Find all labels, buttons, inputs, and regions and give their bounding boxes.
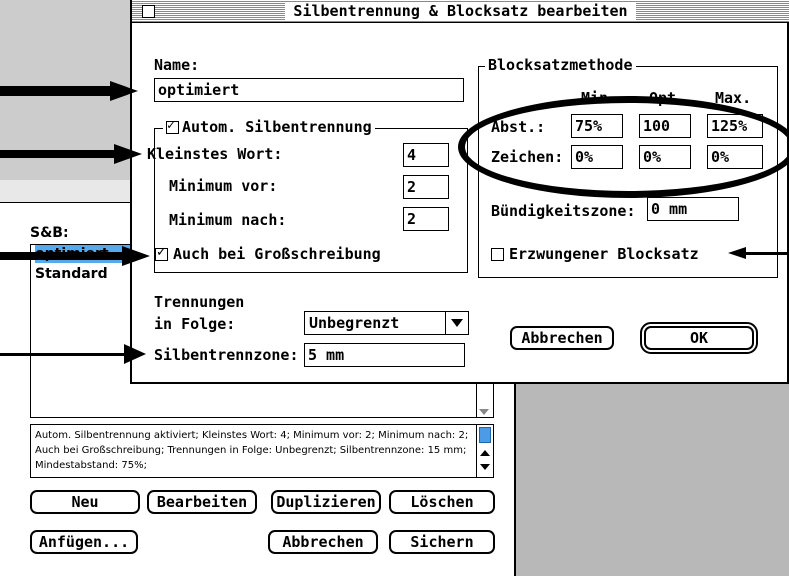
scroll-thumb[interactable] <box>479 427 491 443</box>
close-icon[interactable] <box>142 5 155 18</box>
annotation-arrow-forced-shaft <box>745 252 789 255</box>
consecutive-label-line2: in Folge: <box>154 315 236 333</box>
hyphenation-group: Autom. Silbentrennung Kleinstes Wort: Mi… <box>147 118 468 273</box>
annotation-arrow-forced-icon <box>728 247 746 259</box>
char-opt-field[interactable] <box>639 145 691 169</box>
annotation-arrow-capitals-shaft <box>0 252 124 260</box>
dialog-titlebar[interactable]: Silbentrennung & Blocksatz bearbeiten <box>132 0 789 23</box>
smallest-word-field[interactable] <box>403 143 449 167</box>
consecutive-hyphens-value: Unbegrenzt <box>309 314 400 332</box>
col-max-label: Max. <box>715 89 752 107</box>
cancel-button[interactable]: Abbrechen <box>268 530 378 554</box>
name-label: Name: <box>154 56 200 74</box>
col-min-label: Min. <box>581 89 618 107</box>
auto-hyphenation-checkbox[interactable] <box>166 118 179 134</box>
name-field[interactable] <box>154 78 464 102</box>
description-scrollbar[interactable] <box>476 425 493 477</box>
ok-button[interactable]: OK <box>640 322 758 354</box>
char-min-field[interactable] <box>571 145 623 169</box>
dialog-title: Silbentrennung & Blocksatz bearbeiten <box>285 2 636 20</box>
flush-zone-label: Bündigkeitszone: <box>491 202 636 220</box>
flush-zone-field[interactable] <box>647 197 739 221</box>
space-min-field[interactable] <box>571 114 623 138</box>
hj-description-box: Autom. Silbentrennung aktiviert; Kleinst… <box>30 424 494 478</box>
smallest-word-label: Kleinstes Wort: <box>147 145 283 163</box>
new-button[interactable]: Neu <box>30 490 140 514</box>
dialog-cancel-button[interactable]: Abbrechen <box>510 326 614 350</box>
hj-description-text: Autom. Silbentrennung aktiviert; Kleinst… <box>35 430 469 471</box>
min-before-field[interactable] <box>403 175 449 199</box>
scroll-down-icon[interactable] <box>479 409 489 415</box>
save-button[interactable]: Sichern <box>389 530 495 554</box>
annotation-arrow-capitals-icon <box>122 246 150 266</box>
annotation-arrow-zone-icon <box>124 344 146 364</box>
capitals-checkbox[interactable] <box>155 245 168 261</box>
justification-title: Blocksatzmethode <box>485 56 636 74</box>
append-button[interactable]: Anfügen... <box>30 530 138 554</box>
min-after-field[interactable] <box>403 207 449 231</box>
edit-button[interactable]: Bearbeiten <box>147 490 257 514</box>
capitals-label: Auch bei Großschreibung <box>173 245 381 263</box>
char-max-field[interactable] <box>707 145 763 169</box>
annotation-arrow-smallest-icon <box>114 144 142 164</box>
hyphen-zone-field[interactable] <box>304 343 465 367</box>
space-max-field[interactable] <box>707 114 763 138</box>
scroll-down-icon[interactable] <box>480 464 490 470</box>
chevron-down-icon[interactable] <box>445 312 468 334</box>
forced-justify-checkbox[interactable] <box>491 247 504 261</box>
annotation-arrow-name-icon <box>110 81 138 101</box>
hj-edit-dialog: Silbentrennung & Blocksatz bearbeiten Na… <box>130 0 789 384</box>
auto-hyphenation-label: Autom. Silbentrennung <box>182 118 372 136</box>
duplicate-button[interactable]: Duplizieren <box>271 490 381 514</box>
capitals-toggle[interactable]: Auch bei Großschreibung <box>155 245 381 263</box>
annotation-arrow-zone-shaft <box>0 353 126 356</box>
annotation-arrow-name-shaft <box>0 86 112 96</box>
char-label: Zeichen: <box>491 148 564 166</box>
scroll-up-icon[interactable] <box>480 450 490 456</box>
min-before-label: Minimum vor: <box>169 177 278 195</box>
list-item[interactable]: Standard <box>35 265 108 283</box>
delete-button[interactable]: Löschen <box>389 490 495 514</box>
consecutive-label-line1: Trennungen <box>154 293 245 311</box>
space-opt-field[interactable] <box>639 114 691 138</box>
hyphen-zone-label: Silbentrennzone: <box>154 346 299 364</box>
annotation-arrow-smallest-shaft <box>0 150 116 158</box>
min-after-label: Minimum nach: <box>169 211 287 229</box>
space-label: Abst.: <box>491 118 546 136</box>
consecutive-hyphens-popup[interactable]: Unbegrenzt <box>304 311 469 335</box>
hj-list-label: S&B: <box>30 225 69 241</box>
auto-hyphenation-toggle[interactable]: Autom. Silbentrennung <box>163 118 375 136</box>
forced-justify-label: Erzwungener Blocksatz <box>509 245 699 263</box>
forced-justify-toggle[interactable]: Erzwungener Blocksatz <box>491 245 699 263</box>
col-opt-label: Opt. <box>649 89 686 107</box>
